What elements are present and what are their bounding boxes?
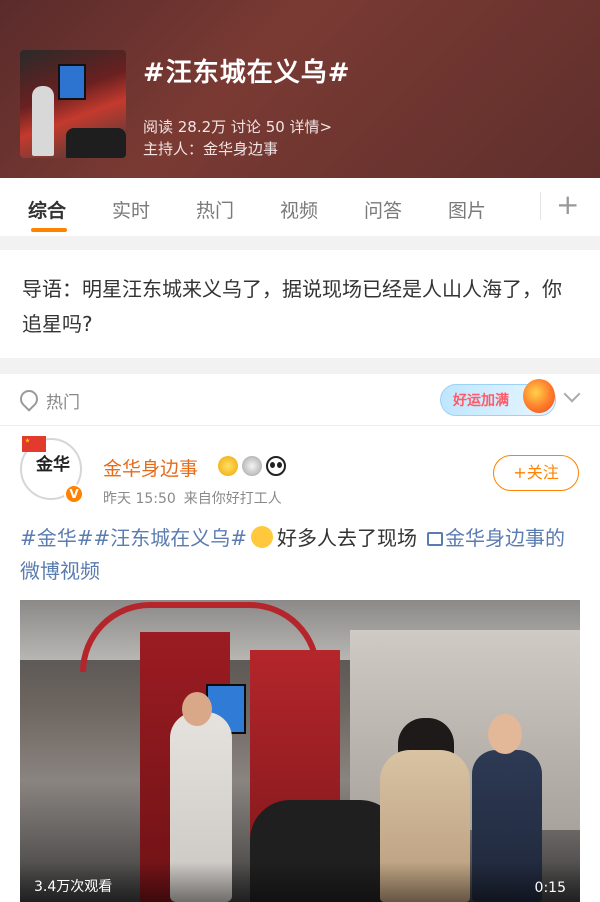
chevron-down-icon[interactable] [563,385,581,403]
koi-fish-icon [523,379,555,413]
thumbnail-screen [58,64,86,100]
panda-icon[interactable] [266,456,286,476]
user-name[interactable]: 金华身边事 [103,454,198,481]
post-text: #金华##汪东城在义乌# 好多人去了现场 金华身边事的微博视频 [20,522,580,588]
tab-comprehensive[interactable]: 综合 [28,196,66,223]
add-tab-icon[interactable]: + [556,188,579,221]
tab-hot[interactable]: 热门 [196,196,234,223]
video-link-icon [427,532,444,546]
tab-qa[interactable]: 问答 [364,196,402,223]
intro-text: 导语：明星汪东城来义乌了，据说现场已经是人山人海了，你追星吗? [22,277,562,336]
section-label: 热门 [46,393,80,413]
video-scene-host-head [488,714,522,754]
topic-stats[interactable]: 阅读 28.2万 讨论 50 详情> [143,116,332,137]
topic-intro: 导语：明星汪东城来义乌了，据说现场已经是人山人海了，你追星吗? [0,250,600,358]
tab-divider [540,192,541,220]
hot-icon [16,386,42,412]
section-header: 热门 好运加满 [0,374,600,426]
lucky-banner-text: 好运加满 [453,393,509,409]
thumbnail-crowd [66,128,126,158]
thumbnail-person [32,86,54,156]
hashtag-jinhua[interactable]: #金华# [20,526,94,550]
avatar-text: 金华 [36,455,70,475]
video-scene-performer-head [182,692,212,726]
emoji-icon [251,526,274,548]
tab-video[interactable]: 视频 [280,196,318,223]
topic-title: #汪东城在义乌# [143,58,351,88]
follow-button[interactable]: +关注 [493,455,579,491]
gold-medal-icon[interactable] [218,456,238,476]
hashtag-topic[interactable]: #汪东城在义乌# [94,526,248,550]
post-source[interactable]: 来自你好打工人 [184,491,282,507]
video-duration: 0:15 [534,880,566,896]
weibo-post: 金华 V 金华身边事 昨天 15:50 来自你好打工人 +关注 #金华##汪东城在… [0,426,600,902]
verified-badge-icon: V [64,484,84,504]
lucky-banner[interactable]: 好运加满 [440,379,556,416]
post-meta: 昨天 15:50 来自你好打工人 [103,488,282,508]
active-tab-indicator [31,228,67,232]
china-flag-icon [22,436,46,452]
video-view-count: 3.4万次观看 [34,879,113,895]
tab-bar: 综合 实时 热门 视频 问答 图片 + [0,178,600,236]
topic-thumbnail[interactable] [20,50,126,158]
video-player[interactable]: 3.4万次观看 0:15 [20,600,580,902]
topic-header: #汪东城在义乌# 阅读 28.2万 讨论 50 详情> 主持人：金华身边事 [0,0,600,178]
tab-images[interactable]: 图片 [448,196,486,223]
silver-medal-icon[interactable] [242,456,262,476]
tab-realtime[interactable]: 实时 [112,196,150,223]
post-time: 昨天 15:50 [103,491,176,507]
topic-host[interactable]: 主持人：金华身边事 [143,138,278,159]
post-body: 好多人去了现场 [277,526,418,550]
